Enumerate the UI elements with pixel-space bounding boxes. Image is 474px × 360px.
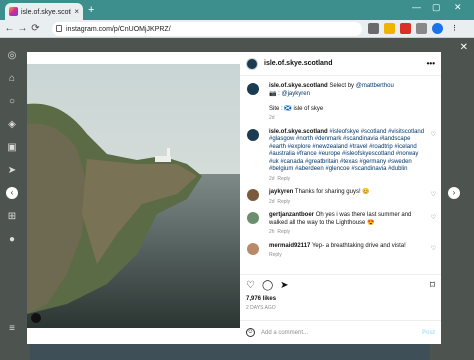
comment-text: Yep- a breathtaking drive and vista! (311, 242, 406, 249)
bookmark-icon[interactable]: ⌑ (430, 280, 435, 291)
post-username[interactable]: isle.of.skye.scotland (264, 60, 427, 67)
reply-button[interactable]: Reply (277, 229, 290, 235)
caption: isle.of.skye.scotland Select by @mattber… (240, 83, 441, 123)
tab-close-icon[interactable]: × (74, 7, 79, 16)
reload-button[interactable]: ⟳ (29, 23, 42, 34)
post-age: 2 DAYS AGO (246, 305, 276, 311)
address-toolbar: ← → ⟳ instagram.com/p/CnUOMjJKPRZ/ ⋮ (0, 20, 474, 38)
back-button[interactable]: ← (3, 23, 16, 34)
lock-icon (56, 25, 62, 32)
caption-user[interactable]: isle.of.skye.scotland (269, 83, 328, 89)
close-icon[interactable]: ✕ (460, 42, 468, 53)
comment-input[interactable]: Add a comment... (261, 330, 422, 336)
post-sidebar: isle.of.skye.scotland ••• isle.of.skye.s… (240, 52, 441, 344)
caption-text: Select by (329, 83, 355, 89)
post-photo (27, 64, 240, 328)
browser-menu-icon[interactable]: ⋮ (449, 23, 460, 34)
caption-mention[interactable]: @mattberthou (356, 83, 394, 89)
instagram-favicon-icon (9, 7, 18, 16)
extensions-puzzle-icon[interactable] (416, 23, 427, 34)
add-comment-bar: ☺ Add a comment... Post (240, 320, 441, 344)
reels-icon[interactable]: ▣ (7, 142, 18, 153)
minimize-button[interactable]: — (412, 2, 421, 12)
reply-button[interactable]: Reply (277, 199, 290, 205)
post-button[interactable]: Post (422, 330, 435, 336)
url-text: instagram.com/p/CnUOMjJKPRZ/ (66, 25, 171, 33)
likes-count[interactable]: 7,976 likes (246, 296, 276, 302)
post-modal: isle.of.skye.scotland ••• isle.of.skye.s… (27, 52, 441, 344)
hashtags[interactable]: #isleofskye #scotland #visitscotland #gl… (269, 129, 424, 173)
action-bar: ♡ ◯ ➤ ⌑ 7,976 likes 2 DAYS AGO (240, 274, 441, 311)
comment-age: 2d (269, 175, 275, 182)
previous-post-button[interactable]: ‹ (6, 187, 18, 199)
url-bar[interactable]: instagram.com/p/CnUOMjJKPRZ/ (52, 22, 362, 36)
profile-avatar-icon[interactable] (432, 23, 443, 34)
comment-user[interactable]: isle.of.skye.scotland (269, 129, 328, 135)
tab-title: isle.of.skye.scotland 🏴󠁧󠁢󠁳󠁣󠁴󠁿 (@isle.of.… (21, 8, 72, 16)
heart-icon[interactable]: ♡ (246, 280, 255, 291)
share-page-icon[interactable] (368, 23, 379, 34)
heart-icon[interactable]: ♡ (431, 215, 436, 223)
caption-site: Site : 🏴󠁧󠁢󠁳󠁣󠁴󠁿 isle of skye (269, 105, 324, 112)
maximize-button[interactable]: ▢ (432, 2, 441, 13)
list-item: gertjanzantboer Oh yes i was there last … (240, 212, 441, 237)
heart-icon[interactable]: ♡ (431, 192, 436, 200)
home-icon[interactable]: ⌂ (7, 73, 18, 84)
new-tab-button[interactable]: + (88, 4, 94, 16)
comment-age: 2d (269, 198, 275, 205)
emoji-icon[interactable]: ☺ (246, 328, 255, 337)
browser-titlebar: isle.of.skye.scotland 🏴󠁧󠁢󠁳󠁣󠁴󠁿 (@isle.of.… (0, 0, 474, 20)
comment-user[interactable]: gertjanzantboer (269, 212, 314, 218)
caption-mention[interactable]: @jaykyren (281, 91, 309, 97)
instagram-icon[interactable]: ◎ (7, 50, 18, 61)
messages-icon[interactable]: ➤ (7, 165, 18, 176)
list-item: mermaid92117 Yep- a breathtaking drive a… (240, 242, 441, 260)
comment-user[interactable]: jaykyren (269, 189, 293, 195)
hashtags-comment: isle.of.skye.scotland #isleofskye #scotl… (240, 128, 441, 184)
extension-icon[interactable] (400, 23, 411, 34)
avatar[interactable] (247, 128, 259, 141)
explore-icon[interactable]: ◈ (7, 119, 18, 130)
comment-age: 2h (269, 229, 275, 235)
avatar[interactable] (247, 212, 259, 224)
star-icon[interactable] (384, 23, 395, 34)
create-icon[interactable]: ⊞ (7, 211, 18, 222)
heart-icon[interactable]: ♡ (431, 132, 436, 140)
avatar[interactable] (247, 242, 259, 255)
search-icon[interactable]: ○ (7, 96, 18, 107)
heart-icon[interactable]: ♡ (431, 246, 436, 254)
menu-icon[interactable]: ≡ (7, 323, 18, 334)
avatar[interactable] (247, 189, 259, 201)
caption-camera: 📷 : (269, 90, 280, 97)
profile-icon[interactable]: ● (7, 234, 18, 245)
caption-age: 2d (269, 115, 275, 121)
comment-user[interactable]: mermaid92117 (269, 243, 310, 249)
next-post-button[interactable]: › (448, 187, 460, 199)
share-icon[interactable]: ➤ (280, 280, 288, 291)
avatar[interactable] (246, 57, 258, 70)
reply-button[interactable]: Reply (277, 176, 290, 182)
comment-icon[interactable]: ◯ (262, 280, 273, 291)
comment-text: Thanks for sharing guys! 😊 (294, 189, 370, 195)
browser-tab[interactable]: isle.of.skye.scotland 🏴󠁧󠁢󠁳󠁣󠁴󠁿 (@isle.of.… (5, 3, 83, 20)
forward-button[interactable]: → (16, 23, 29, 34)
post-header: isle.of.skye.scotland ••• (240, 52, 441, 76)
instagram-sidebar: ◎ ⌂ ○ ◈ ▣ ➤ ♡ ⊞ ● ≡ (0, 38, 24, 360)
close-window-button[interactable]: ✕ (454, 2, 462, 13)
list-item: jaykyren Thanks for sharing guys! 😊 2d R… (240, 189, 441, 206)
reply-button[interactable]: Reply (269, 252, 282, 258)
more-options-icon[interactable]: ••• (427, 59, 435, 68)
avatar[interactable] (247, 83, 259, 95)
